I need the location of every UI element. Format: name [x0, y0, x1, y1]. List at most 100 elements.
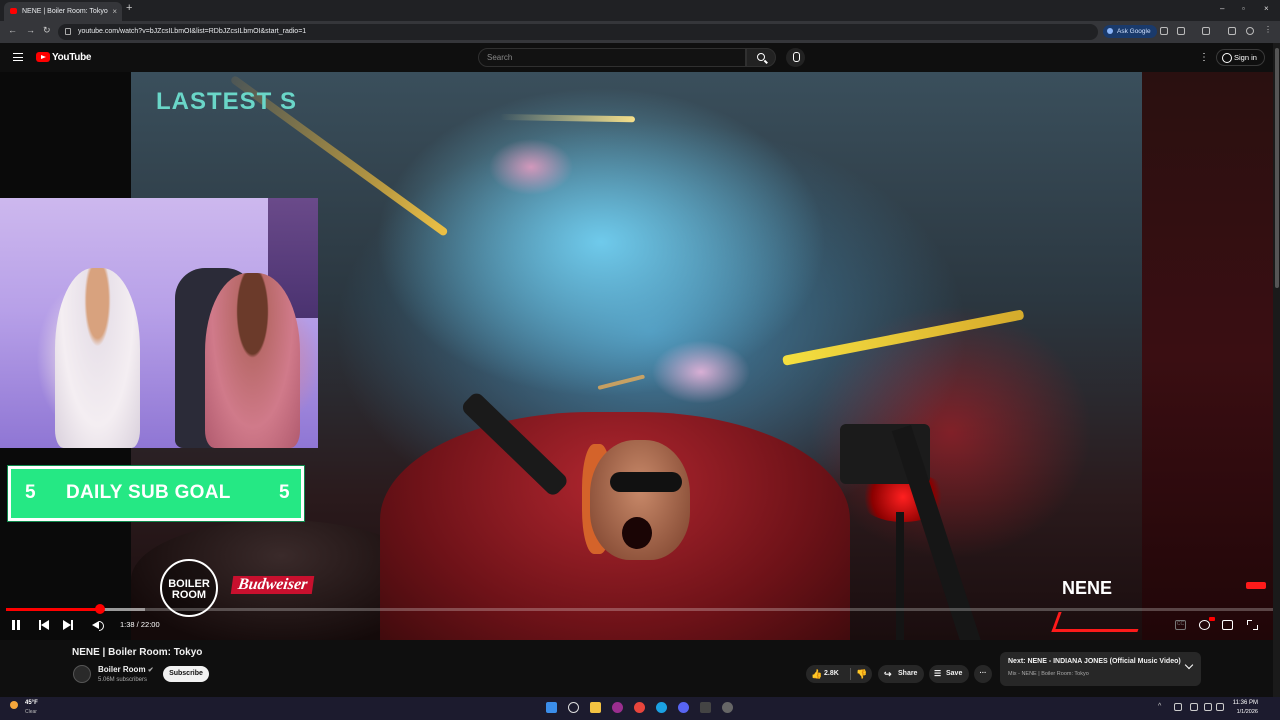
- sign-in-button[interactable]: Sign in: [1216, 49, 1265, 66]
- dislike-icon[interactable]: 👎: [856, 665, 867, 683]
- next-icon[interactable]: [61, 618, 75, 632]
- new-tab-icon[interactable]: +: [126, 2, 132, 14]
- more-actions-button[interactable]: ···: [974, 665, 992, 683]
- close-tab-icon[interactable]: ×: [112, 2, 117, 21]
- streamer-right: [205, 273, 300, 448]
- verified-icon: ✔: [147, 667, 154, 674]
- save-button[interactable]: ☰ Save: [929, 665, 969, 683]
- install-app-icon[interactable]: [1160, 27, 1168, 35]
- start-windows-icon[interactable]: [546, 702, 557, 713]
- subscribe-button[interactable]: Subscribe: [163, 666, 209, 682]
- search-input[interactable]: Search: [478, 48, 746, 67]
- share-icon: ↪: [884, 669, 892, 679]
- streamer-left: [55, 268, 140, 448]
- scrollbar-thumb[interactable]: [1275, 48, 1279, 288]
- stream-ticker-text: LASTEST S: [156, 88, 298, 115]
- forward-arrow-icon[interactable]: →: [26, 25, 35, 35]
- weather-condition: Clear: [25, 709, 37, 715]
- extensions-icon[interactable]: [1202, 27, 1210, 35]
- hd-badge-icon: [1209, 617, 1215, 621]
- back-arrow-icon[interactable]: ←: [8, 25, 17, 35]
- tray-overflow-icon[interactable]: ^: [1158, 703, 1166, 711]
- channel-avatar[interactable]: [73, 665, 91, 683]
- address-bar[interactable]: youtube.com/watch?v=bJZcsILbmOI&list=RDb…: [58, 24, 1098, 40]
- like-icon[interactable]: 👍: [811, 665, 822, 683]
- share-button[interactable]: ↪ Share: [878, 665, 924, 683]
- daily-sub-goal-banner: 5 DAILY SUB GOAL 5: [7, 465, 305, 522]
- save-label: Save: [946, 670, 963, 677]
- minimize-icon[interactable]: –: [1220, 4, 1224, 13]
- tab-title: NENE | Boiler Room: Tokyo: [22, 8, 108, 15]
- sub-goal-current: 5: [25, 482, 36, 503]
- camera-tripod: [880, 512, 920, 640]
- video-progress-bar[interactable]: [6, 608, 1274, 611]
- browser-tab[interactable]: NENE | Boiler Room: Tokyo ×: [4, 2, 122, 21]
- like-count[interactable]: 2.8K: [824, 665, 839, 683]
- sub-goal-label: DAILY SUB GOAL: [66, 482, 231, 503]
- browser-menu-icon[interactable]: ⋮: [1264, 25, 1272, 34]
- youtube-wordmark[interactable]: YouTube: [52, 52, 92, 63]
- side-panel-icon[interactable]: [1228, 27, 1236, 35]
- url-text: youtube.com/watch?v=bJZcsILbmOI&list=RDb…: [78, 28, 307, 35]
- chevron-down-icon[interactable]: [1184, 660, 1194, 670]
- sub-goal-target: 5: [279, 482, 290, 503]
- streamer-webcam: [0, 198, 318, 448]
- subscriber-count: 5.06M subscribers: [98, 677, 148, 683]
- sunglasses: [610, 472, 682, 492]
- browser-tab-strip: NENE | Boiler Room: Tokyo × + – ▫ ×: [0, 0, 1280, 21]
- browser-toolbar: ← → ↻ youtube.com/watch?v=bJZcsILbmOI&li…: [0, 21, 1280, 43]
- channel-name-text[interactable]: Boiler Room: [98, 665, 146, 674]
- tray-icon[interactable]: [1174, 703, 1182, 711]
- youtube-favicon-icon: [10, 8, 17, 14]
- video-title: NENE | Boiler Room: Tokyo: [72, 647, 203, 658]
- fullscreen-icon[interactable]: [1247, 620, 1258, 630]
- file-explorer-icon[interactable]: [590, 702, 601, 713]
- volume-icon[interactable]: [91, 618, 105, 632]
- pause-icon[interactable]: [9, 618, 23, 632]
- played-bar: [6, 608, 100, 611]
- scrubber-handle[interactable]: [94, 604, 105, 614]
- edge-icon[interactable]: [656, 702, 667, 713]
- like-dislike-group[interactable]: 👍 2.8K 👎: [806, 665, 872, 683]
- app-icon[interactable]: [700, 702, 711, 713]
- up-next-subtitle: Mix - NENE | Boiler Room: Tokyo: [1008, 671, 1089, 677]
- artist-name-caption: NENE: [1062, 578, 1113, 598]
- time-display: 1:38 / 22:00: [120, 620, 160, 629]
- chrome-icon[interactable]: [634, 702, 645, 713]
- site-info-icon[interactable]: [65, 28, 71, 35]
- maximize-icon[interactable]: ▫: [1242, 4, 1245, 13]
- channel-name[interactable]: Boiler Room ✔: [98, 665, 154, 674]
- settings-kebab-icon[interactable]: ⋮: [1199, 52, 1209, 63]
- speaker-icon[interactable]: [1216, 703, 1224, 711]
- budweiser-logo: Budweiser: [230, 576, 315, 594]
- theater-mode-icon[interactable]: [1222, 620, 1233, 630]
- profile-icon[interactable]: [1246, 27, 1254, 35]
- up-next-card[interactable]: Next: NENE - INDIANA JONES (Official Mus…: [1000, 652, 1201, 686]
- discord-icon[interactable]: [678, 702, 689, 713]
- taskbar-date[interactable]: 1/1/2026: [1228, 709, 1258, 715]
- video-side-panel: [1142, 72, 1280, 640]
- search-button[interactable]: [746, 48, 776, 67]
- performer-mouth: [622, 517, 652, 549]
- ask-google-button[interactable]: Ask Google: [1103, 25, 1157, 38]
- voice-search-icon[interactable]: [786, 48, 805, 67]
- reload-icon[interactable]: ↻: [43, 25, 51, 36]
- taskbar-search-icon[interactable]: [568, 702, 579, 713]
- network-icon[interactable]: [1204, 703, 1212, 711]
- bookmark-star-icon[interactable]: [1177, 27, 1185, 35]
- previous-icon[interactable]: [37, 618, 51, 632]
- captions-icon[interactable]: CC: [1175, 620, 1186, 630]
- youtube-logo-icon[interactable]: [36, 52, 50, 62]
- search-icon: [757, 53, 765, 61]
- up-next-title: Next: NENE - INDIANA JONES (Official Mus…: [1008, 658, 1181, 665]
- app-icon[interactable]: [612, 702, 623, 713]
- bluetooth-icon[interactable]: [1190, 703, 1198, 711]
- close-window-icon[interactable]: ×: [1264, 4, 1269, 13]
- menu-hamburger-icon[interactable]: [13, 53, 23, 61]
- obs-icon[interactable]: [722, 702, 733, 713]
- weather-temperature: 45°F: [25, 700, 38, 706]
- taskbar-clock[interactable]: 11:36 PM: [1228, 700, 1258, 706]
- weather-icon[interactable]: [10, 701, 18, 709]
- settings-gear-icon[interactable]: [1199, 620, 1210, 630]
- save-icon: ☰: [934, 669, 942, 678]
